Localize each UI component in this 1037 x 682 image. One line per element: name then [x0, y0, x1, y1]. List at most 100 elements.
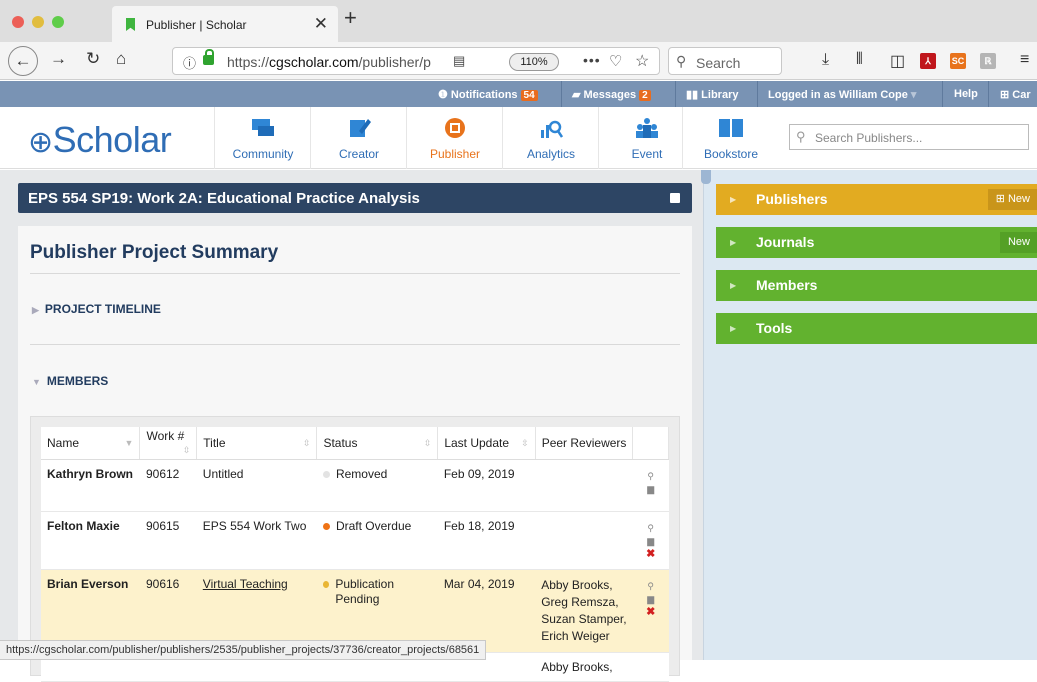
delete-x-icon[interactable]: ✖ [639, 548, 663, 561]
cart-icon: ⊞ [1000, 89, 1013, 101]
scholar-logo[interactable]: ⊕Scholar [28, 119, 172, 161]
messages-count: 2 [639, 90, 651, 101]
print-icon[interactable]: ▆ [639, 593, 663, 606]
extension-icon[interactable]: ℝ [980, 53, 996, 69]
help-link[interactable]: Help [954, 88, 978, 100]
delete-x-icon[interactable]: ✖ [639, 606, 663, 619]
nav-analytics[interactable]: Analytics [502, 107, 598, 169]
members-table-container: Name ▼ Work # ⇳ Title ⇳ Status ⇳ Last Update… [30, 416, 680, 682]
user-menu[interactable]: Logged in as William Cope ▾ [768, 88, 916, 101]
nav-publisher[interactable]: Publisher [406, 107, 502, 169]
address-bar[interactable]: ⓘ https://cgscholar.com/publisher/p ▤ 11… [172, 47, 660, 75]
back-arrow-icon[interactable]: ← [8, 46, 38, 76]
last-update: Feb 09, 2019 [437, 459, 536, 512]
cart-link[interactable]: ⊞ Car [1000, 88, 1031, 101]
search-icon: ⚲ [796, 129, 806, 144]
browser-search-input[interactable]: ⚲ Search [668, 47, 782, 75]
nav-bookstore[interactable]: Bookstore [682, 107, 778, 169]
analytics-bar-chart-icon [541, 120, 563, 138]
new-journal-button[interactable]: New [999, 232, 1037, 253]
more-actions-icon[interactable]: ••• [583, 52, 601, 68]
row-actions: ⚲ ▆ [632, 459, 669, 512]
project-title: EPS 554 SP19: Work 2A: Educational Pract… [28, 190, 420, 207]
zoom-window-button[interactable] [52, 16, 64, 28]
library-icon[interactable]: ⫴ [856, 51, 863, 69]
publisher-search-input[interactable]: ⚲ Search Publishers... [789, 124, 1029, 150]
reviewer-name: Suzan Stamper, [541, 611, 627, 626]
browser-tab[interactable]: Publisher | Scholar ✕ [112, 6, 338, 42]
downloads-icon[interactable]: ⤓ [822, 51, 829, 69]
column-header-title[interactable]: Title ⇳ [196, 427, 318, 460]
column-header-work[interactable]: Work # ⇳ [139, 427, 198, 460]
peer-reviewers [535, 459, 633, 512]
print-icon[interactable] [670, 193, 680, 203]
column-header-status[interactable]: Status ⇳ [316, 427, 439, 460]
page-title: Publisher Project Summary [30, 242, 279, 263]
table-row: Felton Maxie 90615 EPS 554 Work Two Draf… [41, 511, 669, 570]
notifications-link[interactable]: ❶ Notifications 54 [438, 88, 538, 101]
community-chat-icon [252, 119, 274, 136]
chevron-right-icon: ▶ [32, 305, 39, 315]
browser-tab-bar: Publisher | Scholar ✕ + [0, 0, 1037, 42]
sidebar-item-tools[interactable]: ▶ Tools [716, 313, 1037, 344]
nav-creator[interactable]: Creator [310, 107, 406, 169]
tab-title: Publisher | Scholar [146, 18, 247, 32]
minimize-window-button[interactable] [32, 16, 44, 28]
work-title: EPS 554 Work Two [196, 511, 317, 570]
chevron-down-icon: ▼ [32, 377, 41, 387]
column-header-name[interactable]: Name ▼ [41, 427, 141, 460]
zoom-level-badge[interactable]: 110% [509, 53, 559, 71]
caret-down-icon: ▾ [907, 89, 917, 101]
review-search-icon[interactable]: ⚲ [639, 470, 663, 483]
sidebar-item-journals[interactable]: ▶ Journals New [716, 227, 1037, 258]
creator-pencil-icon [350, 119, 371, 137]
reader-view-icon[interactable]: ▤ [453, 53, 465, 69]
sidebar-drag-handle[interactable] [701, 170, 711, 184]
scholar-app-header: ⊕Scholar Community Creator Publisher Ana… [0, 107, 1037, 169]
column-header-actions [632, 427, 669, 460]
column-header-last-update[interactable]: Last Update ⇳ [437, 427, 536, 460]
work-title-link[interactable]: Virtual Teaching [203, 577, 288, 591]
reload-icon[interactable]: ↻ [86, 49, 100, 69]
event-people-icon [636, 118, 658, 138]
sidebar-item-members[interactable]: ▶ Members [716, 270, 1037, 301]
nav-community[interactable]: Community [214, 107, 310, 169]
sort-icon: ⇳ [302, 437, 311, 448]
forward-arrow-icon[interactable]: → [50, 49, 67, 69]
status-cell: Removed [316, 459, 438, 512]
project-timeline-toggle[interactable]: ▶ PROJECT TIMELINE [32, 302, 161, 316]
library-link[interactable]: ▮▮ Library [686, 88, 738, 101]
review-search-icon[interactable]: ⚲ [639, 522, 663, 535]
pocket-icon[interactable]: ♡ [609, 52, 622, 70]
messages-link[interactable]: ▰ Messages 2 [572, 88, 651, 101]
close-window-button[interactable] [12, 16, 24, 28]
new-publisher-button[interactable]: ⊞ New [987, 189, 1037, 210]
review-search-icon[interactable]: ⚲ [639, 580, 663, 593]
home-icon[interactable]: ⌂ [116, 49, 126, 69]
search-placeholder: Search [696, 55, 741, 71]
row-actions: ⚲ ▆ ✖ [632, 569, 669, 653]
pdf-extension-icon[interactable]: ⅄ [920, 53, 936, 69]
member-name: Felton Maxie [41, 511, 140, 570]
bookmark-star-icon[interactable]: ☆ [635, 51, 649, 71]
members-toggle[interactable]: ▼ MEMBERS [32, 374, 108, 388]
sidebar-toggle-icon[interactable]: ◫ [890, 51, 905, 71]
print-icon[interactable]: ▆ [639, 483, 663, 496]
sidebar-item-publishers[interactable]: ▶ Publishers ⊞ New [716, 184, 1037, 215]
search-icon: ⚲ [676, 53, 687, 69]
new-tab-icon[interactable]: + [344, 5, 357, 31]
summary-panel: Publisher Project Summary ▶ PROJECT TIMEL… [18, 226, 692, 682]
right-sidebar: ▶ Publishers ⊞ New ▶ Journals New ▶ Memb… [701, 170, 1037, 660]
print-icon[interactable]: ▆ [639, 535, 663, 548]
publisher-icon [445, 118, 465, 138]
nav-event[interactable]: Event [598, 107, 694, 169]
status-dot [322, 580, 330, 588]
status-cell: Draft Overdue [316, 511, 438, 570]
work-number: 90612 [139, 459, 197, 512]
status-dot [322, 522, 330, 530]
menu-icon[interactable]: ≡ [1020, 51, 1029, 69]
close-tab-icon[interactable]: ✕ [314, 14, 328, 34]
site-info-icon[interactable]: ⓘ [183, 53, 196, 72]
sc-extension-icon[interactable]: SC [950, 53, 966, 69]
browser-nav-bar: ← → ↻ ⌂ ⓘ https://cgscholar.com/publishe… [0, 42, 1037, 80]
